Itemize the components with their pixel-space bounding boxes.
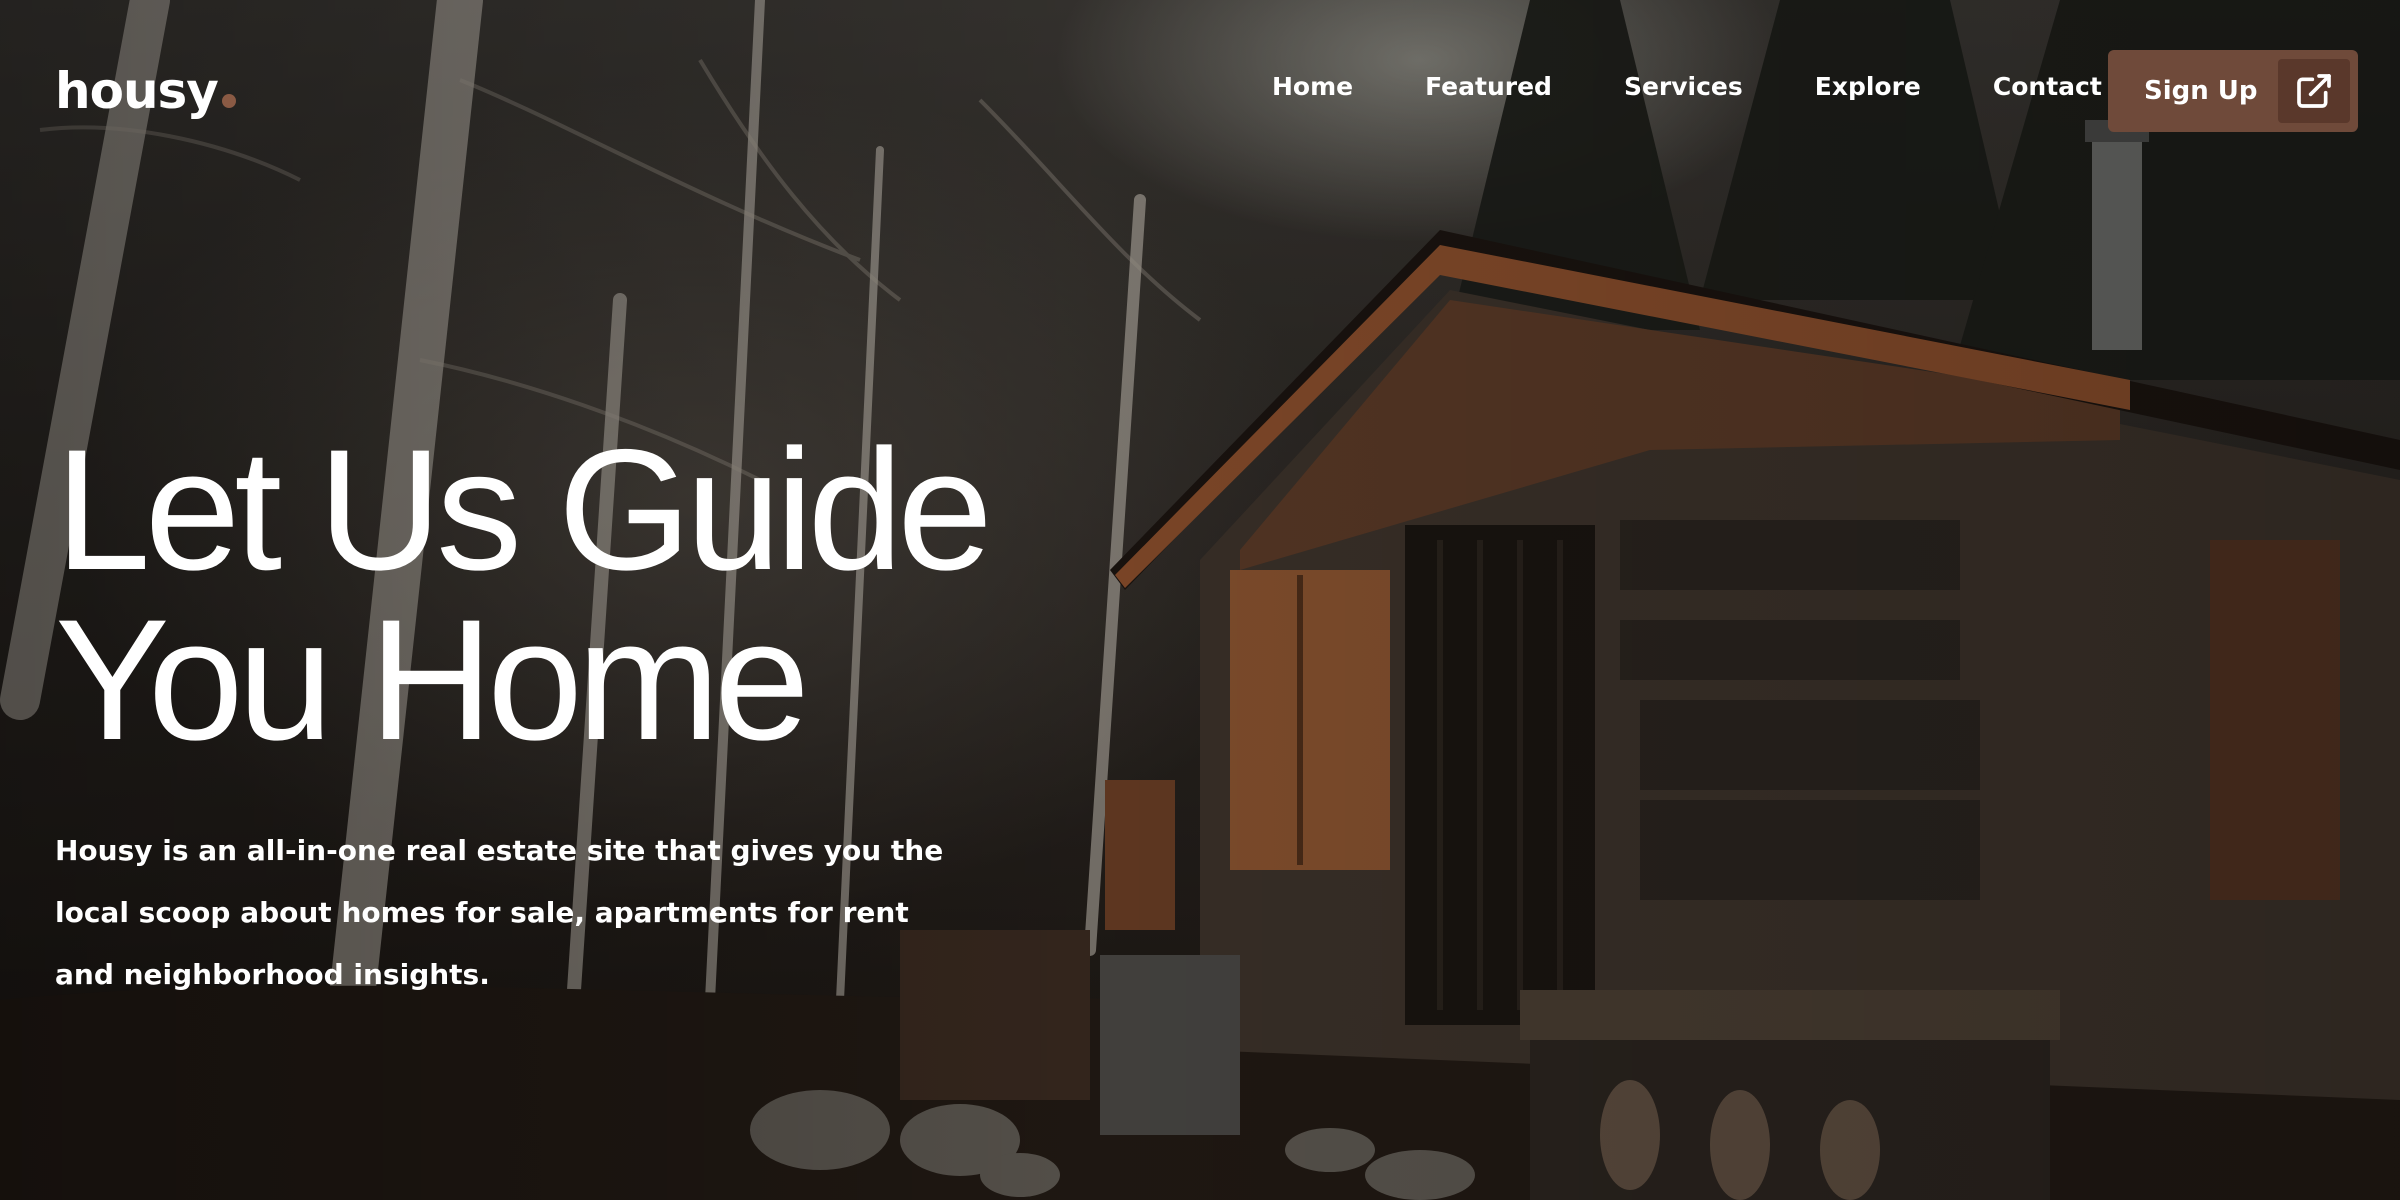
brand-logo[interactable]: housy <box>55 62 236 120</box>
hero-headline: Let Us Guide You Home <box>55 414 1055 776</box>
nav-item-featured[interactable]: Featured <box>1425 72 1552 101</box>
external-link-icon <box>2278 59 2350 123</box>
nav-item-home[interactable]: Home <box>1272 72 1353 101</box>
subtitle-line-2: local scoop about homes for sale, apartm… <box>55 896 909 929</box>
subtitle-line-3: and neighborhood insights. <box>55 958 490 991</box>
hero-subtitle: Housy is an all-in-one real estate site … <box>55 820 944 1006</box>
hero-section: housy Home Featured Services Explore Con… <box>0 0 2400 1200</box>
top-navigation: housy Home Featured Services Explore Con… <box>0 0 2400 180</box>
sign-up-label: Sign Up <box>2144 76 2258 106</box>
nav-item-services[interactable]: Services <box>1624 72 1743 101</box>
subtitle-line-1: Housy is an all-in-one real estate site … <box>55 834 944 867</box>
logo-dot-icon <box>221 94 236 108</box>
nav-item-contact[interactable]: Contact <box>1993 72 2102 101</box>
brand-name: housy <box>55 62 219 120</box>
nav-item-explore[interactable]: Explore <box>1815 72 1921 101</box>
sign-up-button[interactable]: Sign Up <box>2108 50 2358 132</box>
nav-menu: Home Featured Services Explore Contact <box>1272 72 2102 101</box>
headline-line-1: Let Us Guide <box>55 414 993 606</box>
headline-line-2: You Home <box>55 584 810 776</box>
